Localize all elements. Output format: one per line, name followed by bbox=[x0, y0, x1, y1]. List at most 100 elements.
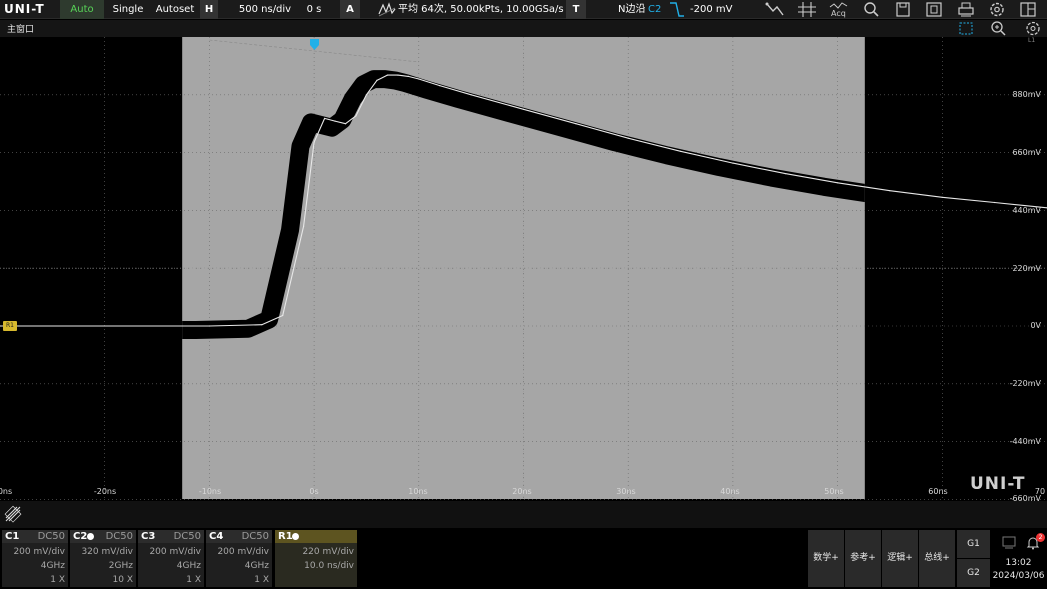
trigger-mode-readout[interactable]: N边沿 bbox=[618, 0, 648, 19]
channel-name: C1 bbox=[5, 531, 20, 542]
single-button[interactable]: Single bbox=[106, 0, 150, 19]
channel-header: C3 DC50 bbox=[138, 530, 204, 543]
x-tick-label: 60ns bbox=[928, 487, 948, 496]
corner-label: L1 bbox=[1028, 37, 1036, 44]
status-icon[interactable] bbox=[1001, 534, 1017, 549]
channel-probe: 1 X bbox=[254, 575, 269, 585]
x-tick-label: 40ns bbox=[720, 487, 740, 496]
trace-point bbox=[208, 325, 210, 327]
trace-point bbox=[439, 85, 441, 87]
channel-c4-panel[interactable]: C4 DC50 200 mV/div 4GHz 1 X bbox=[206, 530, 272, 587]
x-tick-label: 70 bbox=[1034, 487, 1046, 496]
channel-c1-panel[interactable]: C1 DC50 200 mV/div 4GHz 1 X bbox=[2, 530, 68, 587]
channel-probe: 1 X bbox=[186, 575, 201, 585]
selection-icon[interactable] bbox=[957, 20, 975, 37]
acquire-info-readout[interactable]: 平均 64次, 50.00kPts, 10.00GSa/s bbox=[398, 0, 564, 19]
math-button[interactable]: 数学+ bbox=[808, 530, 844, 587]
trace-point bbox=[418, 78, 420, 80]
channel-header: C1 DC50 bbox=[2, 530, 68, 543]
horizontal-menu-button[interactable]: H bbox=[200, 0, 218, 19]
reference-name: R1 bbox=[278, 531, 293, 542]
channel-name: C3 bbox=[141, 531, 156, 542]
channel-c2-panel[interactable]: C2 DC50 320 mV/div 2GHz 10 X bbox=[70, 530, 136, 587]
trace-point bbox=[313, 141, 315, 143]
zoom-icon[interactable] bbox=[989, 20, 1007, 37]
trace-point bbox=[376, 79, 378, 81]
autoset-button[interactable]: Autoset bbox=[152, 0, 198, 19]
x-tick-label: -10ns bbox=[198, 487, 222, 496]
coupling-label: DC50 bbox=[105, 531, 133, 542]
trace-point bbox=[344, 123, 347, 125]
channel-name: C2 bbox=[73, 531, 88, 542]
y-tick-label: 660mV bbox=[1012, 148, 1041, 157]
tool-strip bbox=[0, 501, 1047, 528]
bus-button[interactable]: 总线+ bbox=[919, 530, 955, 587]
channel-probe: 1 X bbox=[50, 575, 65, 585]
measure-tools-icon[interactable] bbox=[4, 505, 22, 523]
trace-point bbox=[365, 94, 367, 96]
logic-button[interactable]: 逻辑+ bbox=[882, 530, 918, 587]
waveform-display[interactable]: R1 UNI-T L1 880mV 660mV 440mV 220mV 0V -… bbox=[0, 37, 1047, 501]
reference-timebase: 10.0 ns/div bbox=[304, 561, 354, 571]
window-settings-icon[interactable] bbox=[1024, 20, 1042, 37]
channel-c3-panel[interactable]: C3 DC50 200 mV/div 4GHz 1 X bbox=[138, 530, 204, 587]
trace-point bbox=[261, 324, 263, 326]
x-tick-label: 20ns bbox=[512, 487, 532, 496]
x-tick-label: 50ns bbox=[824, 487, 844, 496]
coupling-label: DC50 bbox=[173, 531, 201, 542]
x-tick-label: 0s bbox=[309, 487, 319, 496]
trigger-source-readout[interactable]: C2 bbox=[648, 0, 664, 19]
x-tick-label: -20ns bbox=[93, 487, 117, 496]
g2-button[interactable]: G2 bbox=[957, 559, 990, 587]
trace-point bbox=[355, 115, 357, 117]
trace-point bbox=[282, 314, 284, 317]
ref-button[interactable]: 参考+ bbox=[845, 530, 881, 587]
channel-header: C4 DC50 bbox=[206, 530, 272, 543]
clock-date: 2024/03/06 bbox=[992, 571, 1045, 581]
brand-logo: UNI-T bbox=[4, 2, 45, 16]
ref-r1-marker[interactable]: R1 bbox=[3, 321, 17, 331]
waveform-icon[interactable] bbox=[764, 1, 786, 18]
notification-badge: 2 bbox=[1036, 533, 1045, 542]
reference-scale: 220 mV/div bbox=[302, 547, 354, 557]
y-tick-label: -220mV bbox=[1009, 379, 1041, 388]
trace-point bbox=[324, 117, 326, 119]
reference-header: R1 bbox=[275, 530, 357, 543]
channel-scale: 200 mV/div bbox=[13, 547, 65, 557]
reference-r1-panel[interactable]: R1 220 mV/div 10.0 ns/div bbox=[275, 530, 357, 587]
coupling-label: DC50 bbox=[37, 531, 65, 542]
acq-icon[interactable]: Acq bbox=[828, 1, 850, 18]
trace-point bbox=[334, 120, 336, 122]
channel-scale: 200 mV/div bbox=[217, 547, 269, 557]
channel-strip: C1 DC50 200 mV/div 4GHz 1 X C2 DC50 320 … bbox=[0, 528, 1047, 589]
settings-icon[interactable] bbox=[986, 1, 1008, 18]
trace-point bbox=[784, 173, 786, 175]
channel-scale: 200 mV/div bbox=[149, 547, 201, 557]
trace-point bbox=[732, 162, 734, 164]
trace-point bbox=[386, 74, 388, 76]
print-icon[interactable] bbox=[955, 1, 977, 18]
trace-point bbox=[941, 196, 943, 198]
coupling-label: DC50 bbox=[241, 531, 269, 542]
layout-icon[interactable] bbox=[1017, 1, 1039, 18]
auto-run-button[interactable]: Auto bbox=[60, 0, 104, 19]
x-tick-label: 10ns bbox=[408, 487, 428, 496]
window-title-bar: 主窗口 bbox=[0, 20, 1047, 37]
search-icon[interactable] bbox=[860, 1, 882, 18]
trigger-level-readout[interactable]: -200 mV bbox=[690, 0, 750, 19]
trace-point bbox=[575, 123, 577, 125]
trigger-menu-button[interactable]: T bbox=[566, 0, 586, 19]
channel-bandwidth: 4GHz bbox=[244, 561, 269, 571]
trace-point bbox=[994, 201, 996, 204]
save-icon[interactable] bbox=[892, 1, 914, 18]
trace-point bbox=[397, 74, 399, 76]
acquire-menu-button[interactable]: A bbox=[340, 0, 360, 19]
trigger-position-marker[interactable] bbox=[310, 39, 319, 50]
trace-point bbox=[889, 190, 891, 192]
cursor-icon[interactable] bbox=[796, 1, 818, 18]
g1-button[interactable]: G1 bbox=[957, 530, 990, 558]
waveform-chart[interactable] bbox=[0, 37, 1047, 501]
y-tick-label: 220mV bbox=[1012, 264, 1041, 273]
time-position-readout[interactable]: 0 s bbox=[294, 0, 334, 19]
screenshot-icon[interactable] bbox=[923, 1, 945, 18]
